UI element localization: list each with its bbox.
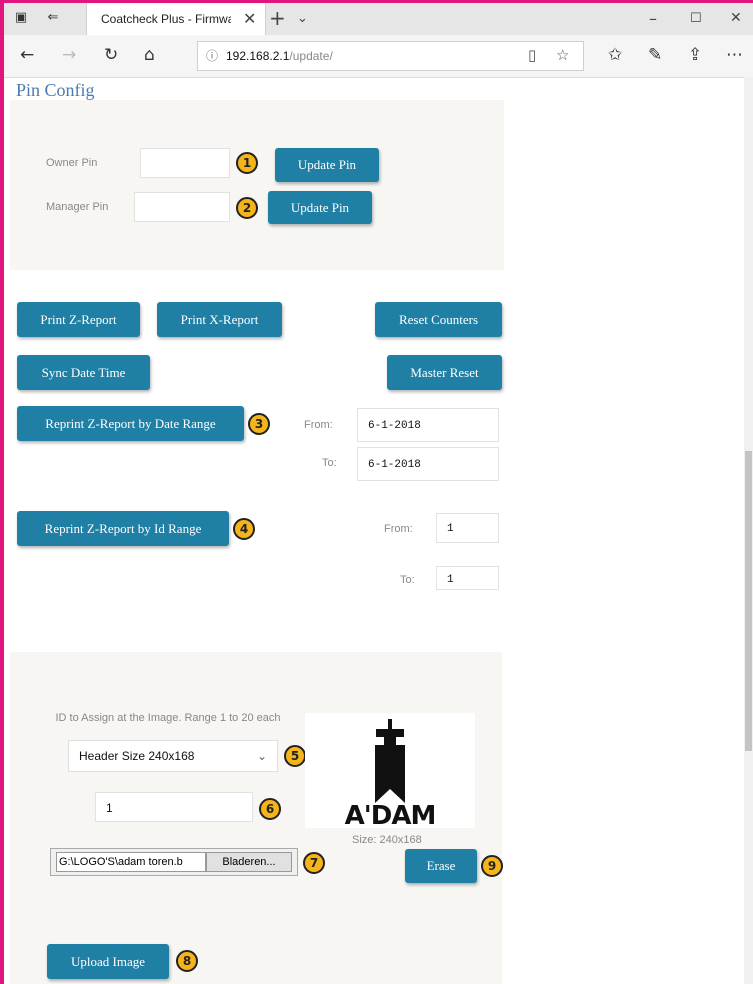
reset-counters-button[interactable]: Reset Counters — [375, 302, 502, 337]
close-window-icon[interactable]: ✕ — [730, 10, 742, 26]
date-to-input[interactable]: 6-1-2018 — [357, 447, 499, 481]
date-from-label: From: — [304, 419, 333, 431]
manager-pin-label: Manager Pin — [46, 201, 109, 213]
erase-button[interactable]: Erase — [405, 849, 477, 883]
share-icon[interactable]: ⇪ — [688, 45, 702, 65]
callout-badge-1: 1 — [236, 152, 258, 174]
url-host: 192.168.2.1 — [226, 49, 290, 63]
file-path-field[interactable]: G:\LOGO'S\adam toren.b — [56, 852, 206, 872]
page-scrollbar[interactable] — [744, 77, 753, 984]
header-size-select[interactable]: Header Size 240x168 ⌄ — [68, 740, 278, 772]
master-reset-button[interactable]: Master Reset — [387, 355, 502, 390]
tab-manager-icon[interactable]: ▣ — [12, 10, 30, 26]
upload-image-button[interactable]: Upload Image — [47, 944, 169, 979]
id-to-label: To: — [400, 574, 415, 586]
callout-badge-8: 8 — [176, 950, 198, 972]
image-id-input[interactable]: 1 — [95, 792, 253, 822]
manager-pin-input[interactable] — [134, 192, 230, 222]
forward-icon[interactable]: → — [62, 45, 76, 65]
close-tab-icon[interactable]: ✕ — [243, 9, 256, 28]
chevron-down-icon: ⌄ — [256, 749, 267, 763]
print-z-report-button[interactable]: Print Z-Report — [17, 302, 140, 337]
print-x-report-button[interactable]: Print X-Report — [157, 302, 282, 337]
callout-badge-7: 7 — [303, 852, 325, 874]
reprint-z-date-range-button[interactable]: Reprint Z-Report by Date Range — [17, 406, 244, 441]
callout-badge-9: 9 — [481, 855, 503, 877]
callout-badge-5: 5 — [284, 745, 306, 767]
tab-title: Coatcheck Plus - Firmwa — [101, 12, 231, 26]
tab-list-chevron-icon[interactable]: ⌄ — [297, 11, 308, 26]
reprint-z-id-range-button[interactable]: Reprint Z-Report by Id Range — [17, 511, 229, 546]
update-owner-pin-button[interactable]: Update Pin — [275, 148, 379, 182]
id-to-input[interactable]: 1 — [436, 566, 499, 590]
callout-badge-6: 6 — [259, 798, 281, 820]
date-from-input[interactable]: 6-1-2018 — [357, 408, 499, 442]
update-manager-pin-button[interactable]: Update Pin — [268, 191, 372, 224]
pen-notes-icon[interactable]: ✎ — [648, 45, 662, 65]
site-info-icon[interactable]: ⓘ — [206, 47, 218, 64]
file-picker[interactable]: G:\LOGO'S\adam toren.b Bladeren... — [50, 848, 298, 876]
more-menu-icon[interactable]: ⋯ — [726, 45, 743, 65]
id-from-input[interactable]: 1 — [436, 513, 499, 543]
home-icon[interactable]: ⌂ — [144, 45, 155, 65]
date-to-label: To: — [322, 457, 337, 469]
refresh-icon[interactable]: ↻ — [104, 45, 118, 65]
back-tabs-icon[interactable]: ⇐ — [44, 10, 62, 26]
logo-preview: A'DAM — [305, 713, 475, 831]
callout-badge-4: 4 — [233, 518, 255, 540]
minimize-icon[interactable]: – — [649, 9, 657, 28]
window-frame-left — [0, 0, 4, 984]
image-id-hint: ID to Assign at the Image. Range 1 to 20… — [55, 712, 281, 724]
image-size-caption: Size: 240x168 — [352, 834, 422, 846]
new-tab-icon[interactable]: + — [269, 6, 286, 30]
id-from-label: From: — [384, 523, 413, 535]
favorite-star-icon[interactable]: ☆ — [556, 46, 569, 64]
maximize-icon[interactable]: ☐ — [690, 11, 702, 26]
address-bar: ← → ↻ ⌂ ⓘ 192.168.2.1/update/ ▯ ☆ ✩ ✎ ⇪ … — [4, 35, 753, 78]
url-text: 192.168.2.1/update/ — [226, 49, 333, 63]
reading-view-icon[interactable]: ▯ — [528, 46, 536, 64]
back-icon[interactable]: ← — [20, 45, 34, 65]
callout-badge-3: 3 — [248, 413, 270, 435]
pin-config-panel — [10, 100, 504, 270]
url-path: /update/ — [289, 49, 333, 63]
page-title: Pin Config — [16, 80, 95, 100]
browse-button[interactable]: Bladeren... — [206, 852, 292, 872]
browser-tab[interactable]: Coatcheck Plus - Firmwa ✕ — [86, 3, 266, 35]
logo-wordmark: A'DAM — [344, 801, 437, 831]
callout-badge-2: 2 — [236, 197, 258, 219]
owner-pin-label: Owner Pin — [46, 157, 98, 169]
owner-pin-input[interactable] — [140, 148, 230, 178]
sync-date-time-button[interactable]: Sync Date Time — [17, 355, 150, 390]
browser-titlebar: ▣ ⇐ Coatcheck Plus - Firmwa ✕ + ⌄ – ☐ ✕ — [4, 3, 753, 35]
header-size-select-value: Header Size 240x168 — [79, 749, 195, 763]
favorites-hub-icon[interactable]: ✩ — [608, 45, 622, 65]
url-field[interactable]: ⓘ 192.168.2.1/update/ ▯ ☆ — [197, 41, 584, 71]
scrollbar-thumb[interactable] — [745, 451, 752, 751]
